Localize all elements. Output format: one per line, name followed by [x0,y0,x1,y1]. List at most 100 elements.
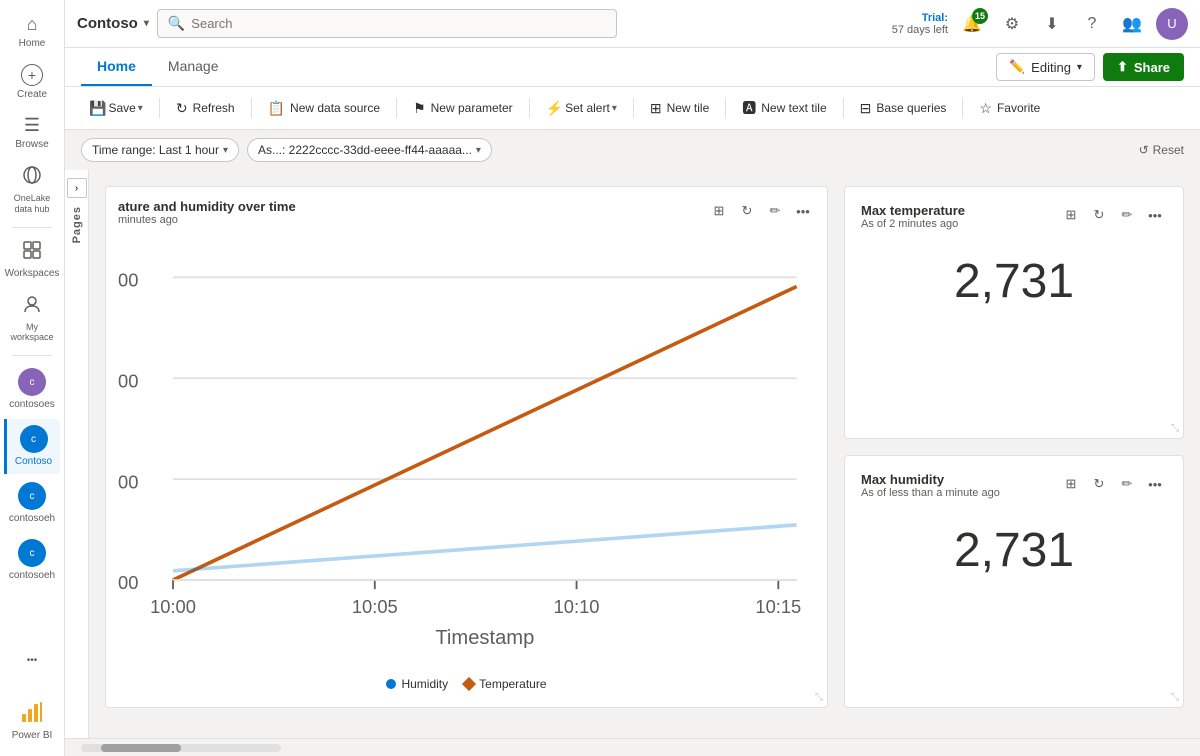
help-button[interactable]: ? [1076,8,1108,40]
chart-more-button[interactable]: ••• [791,199,815,223]
sidebar-item-onelake[interactable]: OneLake data hub [4,159,60,221]
chart-tile-actions: ⊞ ↻ ✏ ••• [707,199,815,223]
app-name: Contoso [77,15,138,32]
chart-edit-button[interactable]: ✏ [763,199,787,223]
new-parameter-button[interactable]: ⚑ New parameter [405,95,521,122]
star-icon: ☆ [979,100,992,117]
svg-text:00: 00 [118,572,138,593]
time-range-label: Time range: Last 1 hour [92,143,219,157]
sidebar-item-contosoeh2[interactable]: c contosoeh [4,533,60,588]
legend-humidity: Humidity [386,677,448,691]
chart-tile: ature and humidity over time minutes ago… [105,186,828,708]
search-input[interactable] [191,16,606,31]
humidity-legend-label: Humidity [401,677,448,691]
save-button[interactable]: 💾 Save ▾ [81,95,151,122]
topbar: Contoso ▾ 🔍 Trial: 57 days left 🔔 15 ⚙ ⬇ [65,0,1200,48]
kpi1-tile-resize[interactable]: ⤡ [1171,423,1179,434]
kpi1-subtitle: As of 2 minutes ago [861,218,965,230]
trial-days: 57 days left [892,24,948,36]
text-tile-icon: 🅰 [742,98,756,118]
tab-manage[interactable]: Manage [152,48,235,86]
kpi1-refresh-button[interactable]: ↻ [1087,203,1111,227]
download-button[interactable]: ⬇ [1036,8,1068,40]
create-icon: + [21,64,43,86]
settings-button[interactable]: ⚙ [996,8,1028,40]
sidebar-item-browse[interactable]: ☰ Browse [4,109,60,157]
asset-filter[interactable]: As...: 2222cccc-33dd-eeee-ff44-aaaaa... … [247,138,492,162]
base-queries-button[interactable]: ⊟ Base queries [852,95,955,122]
share-button[interactable]: ⬆ Share [1103,53,1184,81]
notifications-button[interactable]: 🔔 15 [956,8,988,40]
new-text-tile-button[interactable]: 🅰 New text tile [734,93,834,123]
share-label: Share [1134,60,1170,75]
reset-button[interactable]: ↺ Reset [1139,143,1184,157]
gear-icon: ⚙ [1005,14,1019,34]
favorite-button[interactable]: ☆ Favorite [971,95,1048,122]
sidebar-item-home[interactable]: ⌂ Home [4,8,60,56]
filter-arrow2: ▾ [476,145,481,156]
edit-icon: ✏️ [1009,59,1025,75]
kpi2-grid-button[interactable]: ⊞ [1059,472,1083,496]
kpi2-edit-button[interactable]: ✏ [1115,472,1139,496]
time-range-filter[interactable]: Time range: Last 1 hour ▾ [81,138,239,162]
editing-button[interactable]: ✏️ Editing ▾ [996,53,1095,81]
kpi1-more-button[interactable]: ••• [1143,203,1167,227]
sidebar-label-contosoeh2: contosoeh [9,570,55,582]
topbar-right: Trial: 57 days left 🔔 15 ⚙ ⬇ ? 👥 U [892,8,1188,40]
pages-expand-button[interactable]: › [67,178,87,198]
sidebar-item-contosoeh[interactable]: c contosoeh [4,476,60,531]
tabs: Home Manage [81,48,235,86]
toolbar: 💾 Save ▾ ↻ Refresh 📋 New data source ⚑ N… [65,87,1200,130]
kpi2-actions: ⊞ ↻ ✏ ••• [1059,472,1167,496]
pages-label: Pages [71,206,83,243]
share-people-button[interactable]: 👥 [1116,8,1148,40]
bottom-bar [65,738,1200,756]
chart-svg: 00 00 00 00 [118,230,815,673]
my-workspace-icon [22,294,42,319]
chart-tile-resize[interactable]: ⤡ [815,692,823,703]
set-alert-button[interactable]: ⚡ Set alert ▾ [538,95,625,122]
sidebar-divider-1 [12,227,52,228]
sidebar-item-powerbi[interactable]: Power BI [4,694,60,748]
horizontal-scrollbar[interactable] [81,744,281,752]
sidebar-label-contosoes: contosoes [9,399,55,411]
trial-info: Trial: 57 days left [892,12,948,36]
sidebar-item-contosoes[interactable]: c contosoes [4,362,60,417]
sidebar-item-my-workspace[interactable]: My workspace [4,288,60,350]
new-tile-button[interactable]: ⊞ New tile [642,95,717,122]
sidebar-item-create[interactable]: + Create [4,58,60,107]
new-data-source-button[interactable]: 📋 New data source [260,95,388,122]
sidebar-item-workspaces[interactable]: Workspaces [4,234,60,286]
chart-refresh-button[interactable]: ↻ [735,199,759,223]
scrollbar-thumb[interactable] [101,744,181,752]
workspaces-icon [22,240,42,265]
svg-text:10:15: 10:15 [755,596,801,617]
sidebar-item-contoso[interactable]: c Contoso [4,419,60,474]
tab-home[interactable]: Home [81,48,152,86]
more-icon: ••• [27,655,38,666]
trial-label: Trial: [922,12,948,24]
people-icon: 👥 [1122,14,1142,34]
kpi1-edit-button[interactable]: ✏ [1115,203,1139,227]
chart-grid-button[interactable]: ⊞ [707,199,731,223]
refresh-button[interactable]: ↻ Refresh [168,95,243,122]
data-source-icon: 📋 [268,100,285,117]
kpi2-more-button[interactable]: ••• [1143,472,1167,496]
sidebar-item-more[interactable]: ••• [4,636,60,684]
sep4 [529,98,530,118]
user-avatar[interactable]: U [1156,8,1188,40]
kpi2-title: Max humidity [861,472,1000,487]
kpi1-grid-button[interactable]: ⊞ [1059,203,1083,227]
chevron-down-icon[interactable]: ▾ [144,18,149,29]
home-icon: ⌂ [27,14,38,35]
alert-arrow: ▾ [612,103,617,114]
kpi-stack: Max temperature As of 2 minutes ago ⊞ ↻ … [844,186,1184,708]
onelake-icon [22,165,42,190]
kpi1-actions: ⊞ ↻ ✏ ••• [1059,203,1167,227]
search-box[interactable]: 🔍 [157,9,617,38]
svg-text:10:10: 10:10 [554,596,600,617]
kpi2-tile-resize[interactable]: ⤡ [1171,692,1179,703]
kpi1-title: Max temperature [861,203,965,218]
kpi2-refresh-button[interactable]: ↻ [1087,472,1111,496]
app-logo[interactable]: Contoso ▾ [77,15,149,32]
